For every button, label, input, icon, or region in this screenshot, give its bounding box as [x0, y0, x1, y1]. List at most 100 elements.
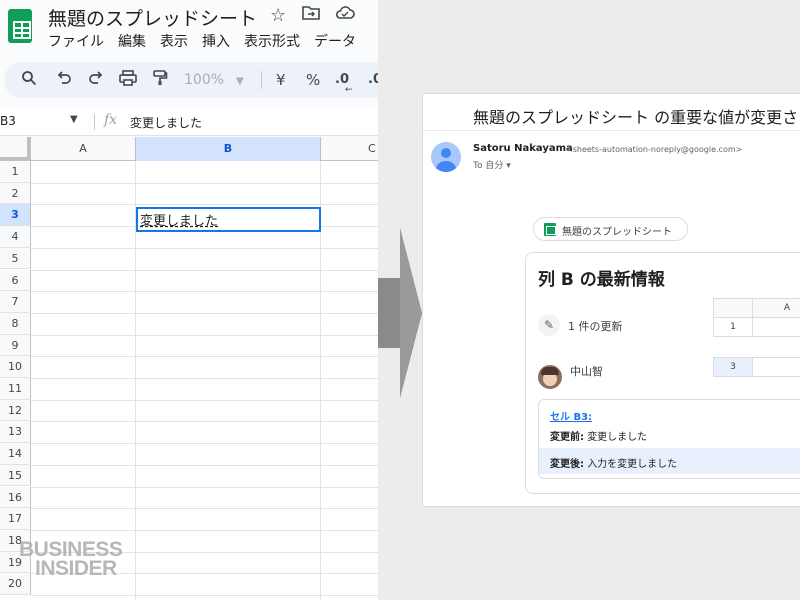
row-header-9[interactable]: 9	[0, 334, 31, 357]
spreadsheet-chip-label: 無題のスプレッドシート	[562, 227, 672, 238]
row-gridline	[31, 269, 378, 271]
row-header-8[interactable]: 8	[0, 312, 31, 335]
name-box[interactable]: B3	[0, 114, 16, 128]
row-gridline	[31, 334, 378, 336]
select-all-corner[interactable]	[0, 137, 31, 161]
undo-icon[interactable]	[56, 70, 72, 91]
search-menus-icon[interactable]	[21, 70, 37, 91]
row-header-12[interactable]: 12	[0, 399, 31, 422]
toolbar-divider	[261, 71, 262, 89]
row-gridline	[31, 443, 378, 445]
row-header-1[interactable]: 1	[0, 161, 31, 183]
formula-bar-divider	[94, 114, 95, 130]
format-currency-button[interactable]: ¥	[276, 70, 286, 90]
sheets-logo-icon[interactable]	[8, 9, 32, 43]
update-count: 1 件の更新	[568, 320, 623, 333]
after-label: 変更後:	[550, 459, 584, 470]
menu-bar: ファイル 編集 表示 挿入 表示形式 データ	[48, 31, 370, 51]
row-header-11[interactable]: 11	[0, 378, 31, 400]
menu-view[interactable]: 表示	[160, 31, 194, 51]
toolbar: 100% ▼ ¥ % .0 ← .0	[4, 62, 378, 98]
change-detail-box: セル B3: 変更前: 変更しました 変更後: 入力を変更しました	[538, 399, 800, 479]
row-header-16[interactable]: 16	[0, 486, 31, 509]
menu-insert[interactable]: 挿入	[202, 31, 236, 51]
formula-input[interactable]: 変更しました	[130, 114, 202, 131]
redo-icon[interactable]	[88, 70, 104, 91]
right-arrow-icon	[378, 228, 422, 398]
sheets-window: 無題のスプレッドシート ☆ ファイル 編集 表示 挿入 表示形式 データ 100…	[0, 0, 378, 600]
after-change-band: 変更後: 入力を変更しました	[539, 448, 800, 474]
menu-data[interactable]: データ	[314, 31, 362, 51]
row-header-13[interactable]: 13	[0, 421, 31, 444]
increase-decimals-button[interactable]: .0	[368, 70, 378, 90]
before-label: 変更前:	[550, 432, 584, 443]
row-header-3[interactable]: 3	[0, 204, 31, 227]
spreadsheet-chip[interactable]: 無題のスプレッドシート	[533, 217, 688, 241]
mini-table-row-1: 1	[713, 317, 753, 337]
row-gridline	[31, 356, 378, 358]
spreadsheet-grid[interactable]: A B C 1 2 3 4 5 6 7 8 9 10 11 12 13 14 15 16 17 18 19 20 変更…	[0, 137, 378, 600]
email-subject: 無題のスプレッドシート の重要な値が変更さ	[473, 108, 799, 127]
mini-table-cell	[752, 317, 800, 337]
paint-format-icon[interactable]	[152, 70, 168, 91]
sender-name[interactable]: Satoru Nakayama	[473, 143, 573, 154]
document-title[interactable]: 無題のスプレッドシート	[48, 4, 257, 31]
column-header-c[interactable]: C	[321, 137, 378, 161]
row-gridline	[31, 464, 378, 466]
row-gridline	[31, 247, 378, 249]
row-header-17[interactable]: 17	[0, 508, 31, 530]
menu-file[interactable]: ファイル	[48, 31, 110, 51]
star-icon[interactable]: ☆	[270, 5, 286, 26]
subject-divider	[423, 130, 800, 131]
transition-panel	[378, 0, 422, 600]
row-gridline	[31, 312, 378, 314]
row-gridline	[31, 486, 378, 488]
row-header-14[interactable]: 14	[0, 443, 31, 465]
row-gridline	[31, 595, 378, 596]
row-header-15[interactable]: 15	[0, 464, 31, 487]
after-change-line: 変更後: 入力を変更しました	[550, 455, 677, 470]
row-header-4[interactable]: 4	[0, 226, 31, 248]
selected-cell-b3[interactable]: 変更しました	[136, 207, 321, 232]
recipient-dropdown-icon[interactable]: ▾	[506, 161, 511, 171]
menu-edit[interactable]: 編集	[118, 31, 152, 51]
row-gridline	[31, 508, 378, 510]
recipient-line[interactable]: To 自分 ▾	[473, 158, 511, 171]
format-percent-button[interactable]: %	[306, 70, 320, 90]
row-header-7[interactable]: 7	[0, 291, 31, 313]
editor-avatar	[538, 365, 562, 389]
cell-b3-value: 変更しました	[140, 214, 219, 229]
sender-address: <sheets-automation-noreply@google.com>	[566, 145, 743, 154]
move-to-folder-icon[interactable]	[302, 5, 320, 26]
card-title: 列 B の最新情報	[538, 265, 665, 290]
recipient-label: To 自分	[473, 161, 504, 171]
sender-avatar[interactable]	[431, 142, 461, 172]
row-gridline	[31, 291, 378, 293]
mini-table-corner	[713, 298, 753, 318]
zoom-select[interactable]: 100%	[184, 70, 224, 90]
menu-format[interactable]: 表示形式	[244, 31, 306, 51]
update-card: 列 B の最新情報 ✎ 1 件の更新 A 1 3 中山智 セル B3: 変更前:…	[525, 252, 800, 494]
row-header-2[interactable]: 2	[0, 182, 31, 205]
cloud-saved-icon[interactable]	[335, 5, 355, 26]
row-gridline	[31, 204, 378, 206]
column-header-row: A B C	[0, 137, 378, 161]
column-header-b[interactable]: B	[136, 137, 321, 161]
row-header-6[interactable]: 6	[0, 269, 31, 292]
mini-table-col-header: A	[752, 298, 800, 318]
before-change-line: 変更前: 変更しました	[550, 428, 647, 443]
row-header-5[interactable]: 5	[0, 247, 31, 270]
editor-name: 中山智	[570, 365, 603, 378]
row-header-10[interactable]: 10	[0, 356, 31, 378]
sheets-file-icon	[544, 223, 556, 236]
mini-table-row-3: 3	[713, 357, 753, 377]
row-gridline	[31, 421, 378, 423]
print-icon[interactable]	[119, 70, 137, 91]
name-box-dropdown-icon[interactable]: ▼	[70, 114, 78, 125]
zoom-dropdown-icon[interactable]: ▼	[236, 72, 244, 92]
cell-b3-link[interactable]: セル B3:	[550, 408, 592, 423]
card-title-text: 列 B の最新情報	[538, 270, 665, 290]
column-header-a[interactable]: A	[31, 137, 136, 161]
notification-email: 無題のスプレッドシート の重要な値が変更さ Satoru Nakayama <s…	[422, 93, 800, 507]
business-insider-watermark: BUSINESS INSIDER	[19, 539, 123, 579]
